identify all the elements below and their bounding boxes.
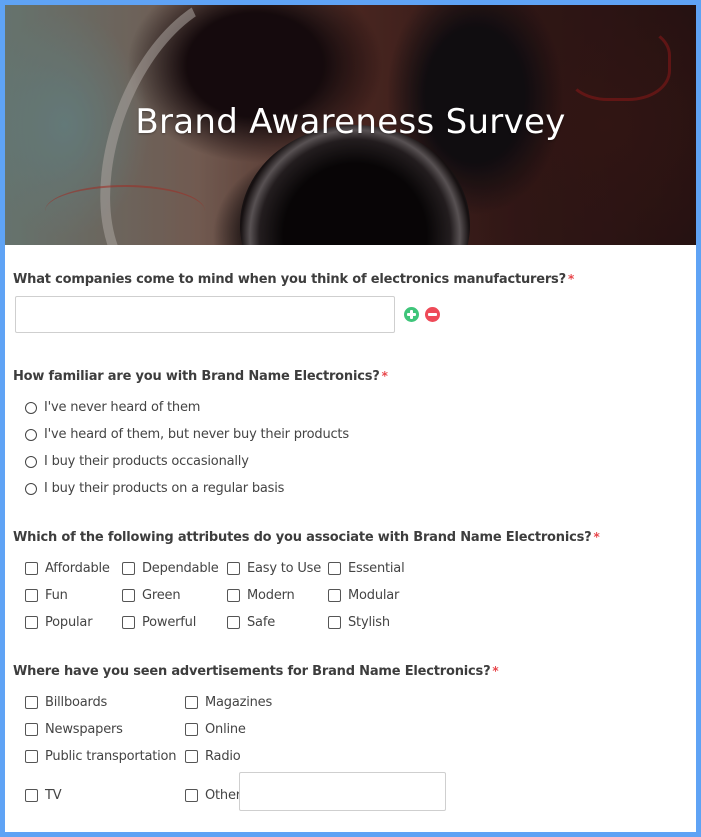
add-icon[interactable] (404, 307, 419, 322)
radio-button[interactable] (25, 482, 37, 495)
checkbox[interactable] (185, 750, 198, 763)
checkbox[interactable] (25, 789, 38, 802)
checkbox-option[interactable]: Fun (25, 588, 68, 603)
checkbox-option[interactable]: Modular (328, 588, 399, 603)
required-marker: * (593, 530, 600, 544)
checkbox[interactable] (328, 616, 341, 629)
question-4-label: Where have you seen advertisements for B… (13, 664, 499, 679)
checkbox[interactable] (185, 789, 198, 802)
radio-option[interactable]: I've never heard of them (25, 400, 200, 415)
checkbox-option[interactable]: Public transportation (25, 749, 177, 764)
checkbox[interactable] (25, 562, 38, 575)
radio-option[interactable]: I've heard of them, but never buy their … (25, 427, 349, 442)
companies-input[interactable] (15, 296, 395, 333)
radio-button[interactable] (25, 428, 37, 441)
required-marker: * (492, 664, 499, 678)
checkbox-option[interactable]: Dependable (122, 561, 219, 576)
checkbox-option[interactable]: Stylish (328, 615, 390, 630)
required-marker: * (381, 369, 388, 383)
checkbox-option[interactable]: Affordable (25, 561, 110, 576)
checkbox[interactable] (328, 562, 341, 575)
checkbox-option[interactable]: Modern (227, 588, 295, 603)
checkbox[interactable] (328, 589, 341, 602)
checkbox-option[interactable]: Magazines (185, 695, 272, 710)
checkbox[interactable] (25, 750, 38, 763)
checkbox-option[interactable]: Radio (185, 749, 241, 764)
checkbox-option[interactable]: Billboards (25, 695, 107, 710)
survey-form: Brand Awareness Survey (5, 5, 696, 832)
checkbox[interactable] (122, 616, 135, 629)
checkbox[interactable] (25, 616, 38, 629)
question-3-label: Which of the following attributes do you… (13, 530, 600, 545)
radio-option[interactable]: I buy their products occasionally (25, 454, 249, 469)
checkbox[interactable] (122, 562, 135, 575)
checkbox-option[interactable]: TV (25, 788, 62, 803)
survey-title: Brand Awareness Survey (135, 102, 566, 142)
checkbox-option[interactable]: Online (185, 722, 246, 737)
checkbox-option[interactable]: Easy to Use (227, 561, 321, 576)
remove-icon[interactable] (425, 307, 440, 322)
checkbox-option[interactable]: Powerful (122, 615, 196, 630)
header-banner: Brand Awareness Survey (5, 5, 696, 245)
checkbox-option[interactable]: Green (122, 588, 181, 603)
checkbox[interactable] (185, 723, 198, 736)
checkbox[interactable] (25, 589, 38, 602)
radio-option[interactable]: I buy their products on a regular basis (25, 481, 284, 496)
checkbox-option[interactable]: Other (185, 788, 241, 803)
other-input[interactable] (239, 772, 446, 811)
question-2-label: How familiar are you with Brand Name Ele… (13, 369, 388, 384)
radio-button[interactable] (25, 455, 37, 468)
checkbox[interactable] (227, 616, 240, 629)
question-1-label: What companies come to mind when you thi… (13, 272, 575, 287)
checkbox-option[interactable]: Essential (328, 561, 405, 576)
checkbox[interactable] (185, 696, 198, 709)
checkbox[interactable] (25, 723, 38, 736)
checkbox-option[interactable]: Newspapers (25, 722, 123, 737)
checkbox-option[interactable]: Popular (25, 615, 93, 630)
checkbox[interactable] (25, 696, 38, 709)
checkbox-option[interactable]: Safe (227, 615, 275, 630)
checkbox[interactable] (122, 589, 135, 602)
checkbox[interactable] (227, 589, 240, 602)
checkbox[interactable] (227, 562, 240, 575)
required-marker: * (567, 272, 575, 286)
radio-button[interactable] (25, 401, 37, 414)
